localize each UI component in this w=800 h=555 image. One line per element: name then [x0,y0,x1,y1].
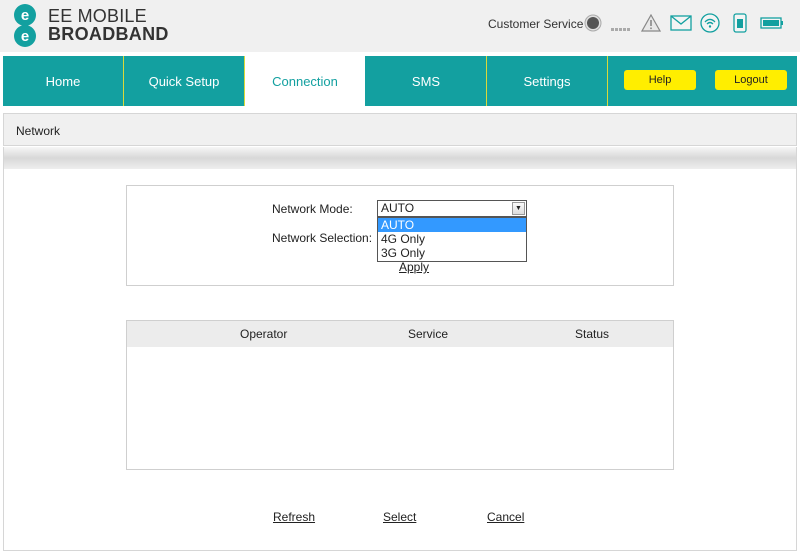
customer-service-link[interactable]: Customer Service [488,17,583,31]
refresh-link[interactable]: Refresh [273,510,315,524]
message-icon[interactable] [670,13,692,33]
alert-icon[interactable] [641,13,661,33]
tab-settings[interactable]: Settings [487,56,608,106]
table-header: Operator Service Status [127,321,673,347]
brand-line-2: BROADBAND [48,24,169,44]
tab-home[interactable]: Home [3,56,124,106]
signal-strength-icon [610,13,632,33]
svg-text:e: e [21,7,29,24]
brand-name: EE MOBILE BROADBAND [48,7,169,43]
connection-status-icon [584,13,602,33]
brand-line-1: EE MOBILE [48,6,147,26]
tab-connection[interactable]: Connection [245,56,366,106]
ee-logo: e e [14,4,36,47]
help-button[interactable]: Help [624,70,696,90]
network-mode-label: Network Mode: [272,202,353,216]
dropdown-option-auto[interactable]: AUTO [378,218,526,232]
section-header: Network [3,113,797,146]
dropdown-option-4g-only[interactable]: 4G Only [378,232,526,246]
column-service: Service [408,327,449,341]
chevron-down-icon[interactable]: ▼ [512,202,525,215]
svg-text:e: e [21,28,29,45]
column-operator: Operator [240,327,288,341]
wifi-icon[interactable] [700,13,720,33]
network-selection-label: Network Selection: [272,231,373,245]
tab-quick-setup[interactable]: Quick Setup [124,56,245,106]
sim-icon [732,13,748,33]
header: e e EE MOBILE BROADBAND Customer Service [0,0,800,52]
apply-link[interactable]: Apply [399,260,429,274]
dropdown-option-3g-only[interactable]: 3G Only [378,246,526,260]
operator-table: Operator Service Status [126,320,674,470]
logout-button[interactable]: Logout [715,70,787,90]
cancel-link[interactable]: Cancel [487,510,524,524]
tab-sms[interactable]: SMS [366,56,487,106]
network-mode-select[interactable]: AUTO ▼ [377,200,527,217]
section-divider [3,147,797,169]
network-mode-value: AUTO [381,201,415,215]
battery-icon [760,13,784,33]
column-status: Status [575,327,610,341]
section-title: Network [16,124,61,138]
select-link[interactable]: Select [383,510,416,524]
network-mode-dropdown: AUTO 4G Only 3G Only [377,217,527,262]
